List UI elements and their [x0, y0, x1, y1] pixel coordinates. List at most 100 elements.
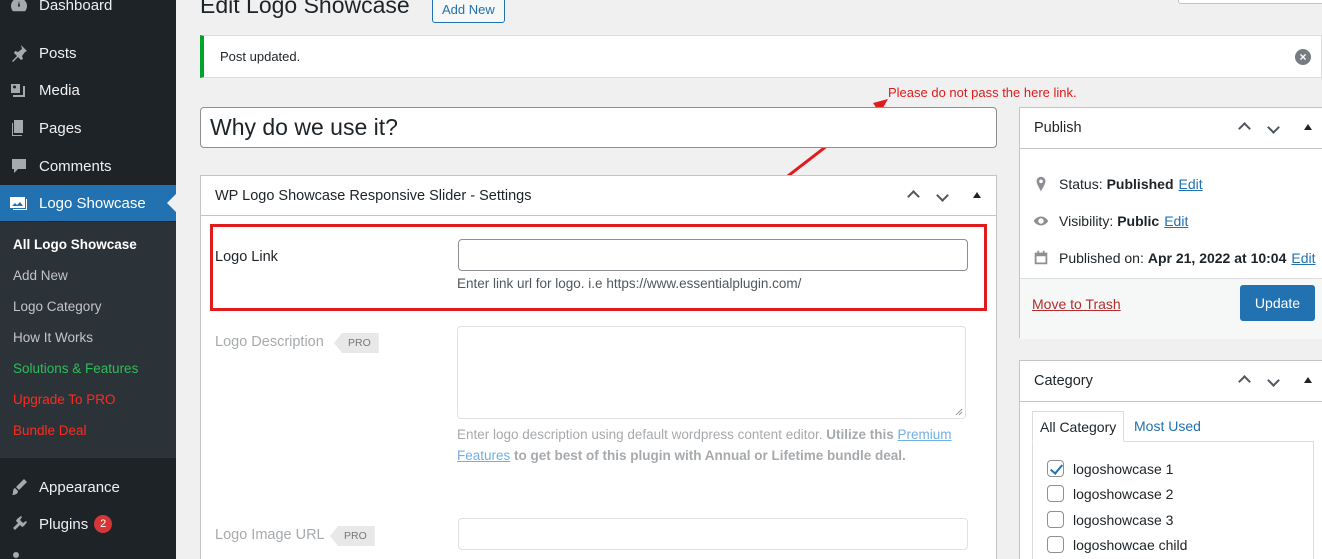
post-updated-notice: Post updated. ×: [200, 35, 1322, 78]
move-up-button[interactable]: [1235, 118, 1253, 136]
pin-icon: [9, 43, 29, 63]
paintbrush-icon: [9, 477, 29, 497]
published-label: Published on:: [1059, 250, 1144, 266]
category-header: Category: [1020, 361, 1322, 402]
submenu-how-it-works[interactable]: How It Works: [13, 330, 93, 345]
menu-item-media[interactable]: Media: [0, 72, 176, 108]
category-item[interactable]: logoshowcase 3: [1047, 511, 1173, 528]
logo-image-url-input[interactable]: [458, 518, 968, 550]
publish-box: Publish Status: Published Edit Visibilit…: [1019, 107, 1322, 339]
menu-label: Media: [39, 81, 80, 99]
menu-label: Posts: [39, 44, 77, 62]
calendar-icon: [1034, 250, 1048, 265]
category-label: logoshowcase 2: [1073, 485, 1174, 502]
comment-icon: [9, 156, 29, 176]
category-label: logoshowcase 1: [1073, 460, 1174, 477]
menu-label: Comments: [39, 157, 112, 175]
category-item[interactable]: logoshowcae child: [1047, 536, 1187, 553]
menu-item-pages[interactable]: Pages: [0, 110, 176, 146]
postbox-title: WP Logo Showcase Responsive Slider - Set…: [215, 188, 532, 204]
help-text-end: to get best of this plugin with Annual o…: [514, 447, 906, 463]
images-icon: [9, 193, 29, 213]
logo-description-label: Logo Description: [215, 334, 324, 350]
logo-link-input[interactable]: [458, 239, 968, 271]
help-text-bold: Utilize this: [826, 427, 894, 442]
edit-visibility-link[interactable]: Edit: [1164, 213, 1188, 229]
add-new-button[interactable]: Add New: [432, 0, 505, 23]
plugins-update-badge: 2: [94, 515, 113, 533]
pro-badge: PRO: [334, 333, 379, 353]
pages-icon: [9, 118, 29, 138]
menu-item-dashboard[interactable]: Dashboard: [0, 0, 176, 23]
logo-showcase-submenu: All Logo Showcase Add New Logo Category …: [0, 222, 176, 458]
submenu-bundle-deal[interactable]: Bundle Deal: [13, 423, 87, 438]
post-title-input[interactable]: Why do we use it?: [200, 107, 997, 148]
category-checkbox[interactable]: [1047, 536, 1064, 553]
category-checkbox[interactable]: [1047, 511, 1064, 528]
logo-image-url-label: Logo Image URL: [215, 527, 325, 543]
update-button[interactable]: Update: [1240, 285, 1315, 321]
submenu-upgrade-to-pro[interactable]: Upgrade To PRO: [13, 392, 116, 407]
published-on-row: Published on: Apr 21, 2022 at 10:04 Edit: [1032, 249, 1316, 267]
logo-link-label: Logo Link: [215, 249, 278, 265]
publish-actions: Move to Trash Update: [1020, 278, 1322, 339]
screen-options-button[interactable]: [1178, 0, 1322, 4]
admin-sidebar: Dashboard Posts Media Pages Comments Log…: [0, 0, 176, 559]
category-item[interactable]: logoshowcase 2: [1047, 485, 1173, 502]
logo-link-help: Enter link url for logo. i.e https://www…: [457, 276, 802, 291]
postbox-header: WP Logo Showcase Responsive Slider - Set…: [201, 176, 996, 216]
menu-label: Plugins: [39, 515, 89, 533]
move-to-trash-link[interactable]: Move to Trash: [1032, 296, 1121, 312]
resize-handle-icon[interactable]: [955, 408, 963, 416]
edit-status-link[interactable]: Edit: [1179, 176, 1203, 192]
category-title: Category: [1034, 373, 1093, 389]
triangle-up-icon: [973, 192, 981, 198]
toggle-panel-button[interactable]: [1299, 371, 1317, 389]
toggle-panel-button[interactable]: [968, 186, 986, 204]
menu-item-appearance[interactable]: Appearance: [0, 469, 176, 505]
triangle-up-icon: [1304, 377, 1312, 383]
publish-header: Publish: [1020, 108, 1322, 149]
submenu-solutions-features[interactable]: Solutions & Features: [13, 361, 138, 376]
category-item[interactable]: logoshowcase 1: [1047, 460, 1173, 477]
move-down-button[interactable]: [1264, 118, 1282, 136]
menu-label: Logo Showcase: [39, 194, 146, 212]
media-icon: [9, 80, 29, 100]
dashboard-icon: [9, 0, 29, 15]
category-label: logoshowcae child: [1073, 536, 1188, 553]
category-checkbox[interactable]: [1047, 485, 1064, 502]
move-up-button[interactable]: [904, 186, 922, 204]
tab-most-used[interactable]: Most Used: [1127, 411, 1208, 442]
visibility-row: Visibility: Public Edit: [1032, 212, 1188, 230]
help-text-start: Enter logo description using default wor…: [457, 427, 823, 442]
submenu-add-new[interactable]: Add New: [13, 268, 68, 283]
move-up-button[interactable]: [1235, 371, 1253, 389]
eye-icon: [1033, 216, 1049, 226]
users-icon: [9, 549, 29, 559]
edit-date-link[interactable]: Edit: [1291, 250, 1315, 266]
visibility-value: Public: [1117, 213, 1160, 229]
visibility-label: Visibility:: [1059, 213, 1114, 229]
toggle-panel-button[interactable]: [1299, 118, 1317, 136]
dismiss-icon[interactable]: ×: [1295, 49, 1311, 65]
category-checkbox[interactable]: [1047, 460, 1064, 477]
move-down-button[interactable]: [1264, 371, 1282, 389]
menu-item-plugins[interactable]: Plugins 2: [0, 506, 176, 542]
pin-icon: [1036, 176, 1046, 192]
notice-text: Post updated.: [220, 49, 301, 64]
menu-item-comments[interactable]: Comments: [0, 148, 176, 184]
menu-label: Pages: [39, 119, 82, 137]
menu-item-posts[interactable]: Posts: [0, 35, 176, 71]
menu-item-logo-showcase[interactable]: Logo Showcase: [0, 185, 176, 221]
status-value: Published: [1106, 176, 1174, 192]
move-down-button[interactable]: [933, 186, 951, 204]
menu-item-users[interactable]: [0, 541, 176, 559]
plugin-icon: [9, 514, 29, 534]
pro-badge: PRO: [330, 526, 375, 546]
submenu-all-logo-showcase[interactable]: All Logo Showcase: [13, 237, 137, 252]
menu-label: Appearance: [39, 478, 120, 496]
tab-all-category[interactable]: All Category: [1032, 411, 1125, 442]
logo-description-help: Enter logo description using default wor…: [457, 425, 967, 466]
logo-description-textarea[interactable]: [457, 326, 966, 419]
submenu-logo-category[interactable]: Logo Category: [13, 299, 102, 314]
